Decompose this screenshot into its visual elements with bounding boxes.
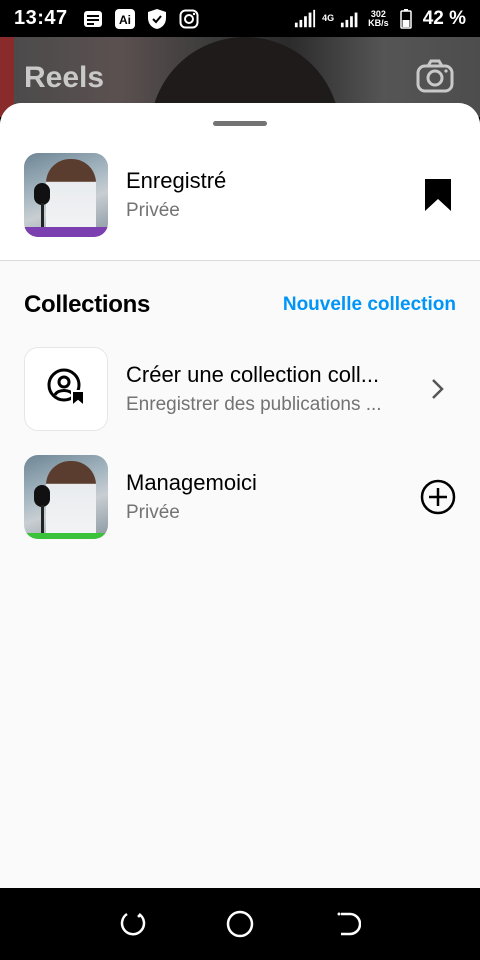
svg-text:Ai: Ai xyxy=(119,13,131,27)
create-collection-title: Créer une collection coll... xyxy=(126,361,380,387)
collaborative-collection-icon xyxy=(46,367,86,412)
saved-section: Enregistré Privée xyxy=(0,103,480,261)
new-collection-link[interactable]: Nouvelle collection xyxy=(283,294,456,316)
reels-title: Reels xyxy=(24,61,105,94)
collections-header: Collections Nouvelle collection xyxy=(24,291,456,319)
shield-icon xyxy=(146,8,168,30)
status-left-icons: Ai xyxy=(82,8,200,30)
collections-title: Collections xyxy=(24,291,151,318)
create-collection-tile xyxy=(24,347,108,431)
drag-handle[interactable] xyxy=(213,121,267,126)
collection-title: Managemoici xyxy=(126,469,257,495)
home-icon[interactable] xyxy=(223,907,257,941)
saved-text: Enregistré Privée xyxy=(126,167,424,224)
signal-icon xyxy=(340,8,362,30)
collection-thumbnail xyxy=(24,455,108,539)
collection-privacy: Privée xyxy=(126,501,180,523)
saved-thumbnail xyxy=(24,153,108,237)
system-nav-bar xyxy=(0,888,480,960)
notes-icon xyxy=(82,8,104,30)
saved-row[interactable]: Enregistré Privée xyxy=(24,153,456,237)
network-type: 4G xyxy=(322,13,335,23)
collection-text: Managemoici Privée xyxy=(126,469,420,526)
ai-icon: Ai xyxy=(114,8,136,30)
battery-icon xyxy=(395,8,417,30)
create-collection-subtitle: Enregistrer des publications ... xyxy=(126,393,382,415)
saved-title: Enregistré xyxy=(126,167,227,193)
camera-icon[interactable] xyxy=(416,59,454,93)
bookmark-icon[interactable] xyxy=(424,178,452,212)
status-right: 4G 302 KB/s 42 % xyxy=(294,8,466,30)
speed-unit: KB/s xyxy=(368,17,389,28)
collection-row-managemoici[interactable]: Managemoici Privée xyxy=(24,455,456,539)
back-icon[interactable] xyxy=(330,907,364,941)
save-bottom-sheet: Enregistré Privée Collections Nouvelle c… xyxy=(0,103,480,888)
create-collection-text: Créer une collection coll... Enregistrer… xyxy=(126,361,416,418)
battery-level: 42 % xyxy=(422,7,466,29)
status-bar: 13:47 Ai 4G 302 KB/s 42 % xyxy=(0,0,480,37)
saved-privacy: Privée xyxy=(126,199,180,221)
create-collaborative-collection-row[interactable]: Créer une collection coll... Enregistrer… xyxy=(24,347,456,431)
recent-apps-icon[interactable] xyxy=(116,907,150,941)
instagram-icon xyxy=(178,8,200,30)
chevron-right-icon xyxy=(428,376,446,402)
status-time: 13:47 xyxy=(14,7,68,29)
signal-icon xyxy=(294,8,316,30)
plus-circle-icon[interactable] xyxy=(420,479,456,515)
